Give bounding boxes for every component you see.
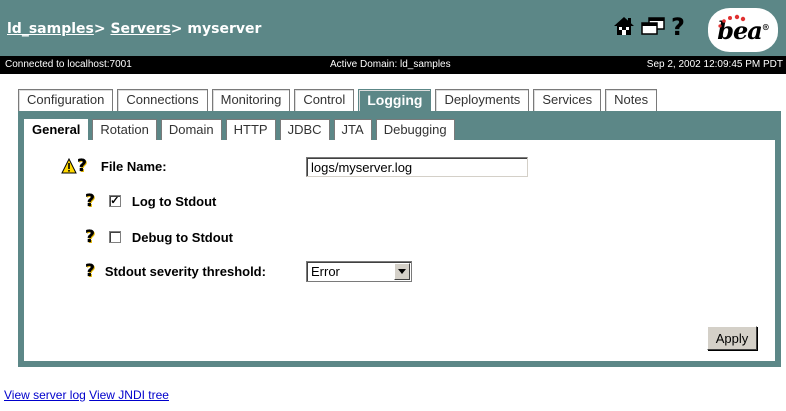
status-bar: Connected to localhost:7001 Active Domai… <box>0 56 786 74</box>
debug-to-stdout-row: ? Debug to Stdout <box>85 227 233 247</box>
help-icon[interactable]: ? <box>85 261 95 281</box>
tab-services[interactable]: Services <box>533 89 602 111</box>
footer-links: View server log View JNDI tree <box>4 388 169 402</box>
subtab-rotation[interactable]: Rotation <box>92 119 157 140</box>
file-name-row: ? File Name: <box>61 156 167 176</box>
warning-icon <box>61 157 77 174</box>
severity-label: Stdout severity threshold: <box>104 263 266 279</box>
breadcrumb-separator: > <box>170 21 183 37</box>
logo-dots-icon <box>718 14 746 28</box>
severity-select[interactable]: Error <box>306 261 412 282</box>
tab-monitoring[interactable]: Monitoring <box>211 89 291 111</box>
home-icon[interactable] <box>613 16 635 39</box>
file-name-input[interactable] <box>306 157 528 177</box>
log-to-stdout-checkbox[interactable]: ✓ <box>108 195 121 207</box>
subtab-http[interactable]: HTTP <box>225 119 276 140</box>
chevron-down-icon[interactable] <box>394 263 410 280</box>
help-icon[interactable]: ? <box>671 15 685 39</box>
breadcrumb-separator: > <box>93 21 106 37</box>
subtab-debugging[interactable]: Debugging <box>375 119 455 140</box>
debug-to-stdout-checkbox[interactable] <box>108 231 121 243</box>
windows-icon[interactable] <box>641 16 665 38</box>
tab-control[interactable]: Control <box>294 89 355 111</box>
breadcrumb: ld_samples> Servers> myserver <box>7 21 261 37</box>
active-domain: Active Domain: ld_samples <box>330 59 451 70</box>
subtab-jdbc[interactable]: JDBC <box>279 119 330 140</box>
timestamp: Sep 2, 2002 12:09:45 PM PDT <box>646 59 783 70</box>
tab-connections[interactable]: Connections <box>117 89 208 111</box>
subtab-general[interactable]: General <box>24 119 89 141</box>
header-bar: ld_samples> Servers> myserver ? bea® <box>0 0 786 56</box>
breadcrumb-domain-link[interactable]: ld_samples <box>7 21 94 37</box>
logging-panel: General Rotation Domain HTTP JDBC JTA De… <box>18 111 781 367</box>
connection-status: Connected to localhost:7001 <box>5 59 132 70</box>
file-name-label: File Name: <box>100 158 167 174</box>
help-icon[interactable]: ? <box>85 191 95 211</box>
view-jndi-tree-link[interactable]: View JNDI tree <box>89 388 169 402</box>
tab-configuration[interactable]: Configuration <box>18 89 114 111</box>
sub-tabs: General Rotation Domain HTTP JDBC JTA De… <box>24 119 459 141</box>
general-form: ? File Name: ? ✓ Log to Stdout ? Debug t… <box>24 140 775 361</box>
tab-logging[interactable]: Logging <box>358 89 432 111</box>
severity-value: Error <box>311 264 340 279</box>
severity-row: ? Stdout severity threshold: <box>85 261 266 281</box>
apply-button[interactable]: Apply <box>707 326 757 350</box>
help-icon[interactable]: ? <box>77 156 87 176</box>
breadcrumb-servers-link[interactable]: Servers <box>110 21 170 37</box>
tab-deployments[interactable]: Deployments <box>435 89 530 111</box>
log-to-stdout-row: ? ✓ Log to Stdout <box>85 191 216 211</box>
subtab-jta[interactable]: JTA <box>333 119 372 140</box>
debug-to-stdout-label: Debug to Stdout <box>131 229 233 245</box>
bea-logo: bea® <box>708 8 778 52</box>
subtab-domain[interactable]: Domain <box>160 119 222 140</box>
view-server-log-link[interactable]: View server log <box>4 388 86 402</box>
main-tabs: Configuration Connections Monitoring Con… <box>18 89 661 111</box>
log-to-stdout-label: Log to Stdout <box>131 193 217 209</box>
tab-notes[interactable]: Notes <box>605 89 658 111</box>
breadcrumb-current: myserver <box>187 21 262 37</box>
header-icons: ? <box>613 14 685 40</box>
help-icon[interactable]: ? <box>85 227 95 247</box>
